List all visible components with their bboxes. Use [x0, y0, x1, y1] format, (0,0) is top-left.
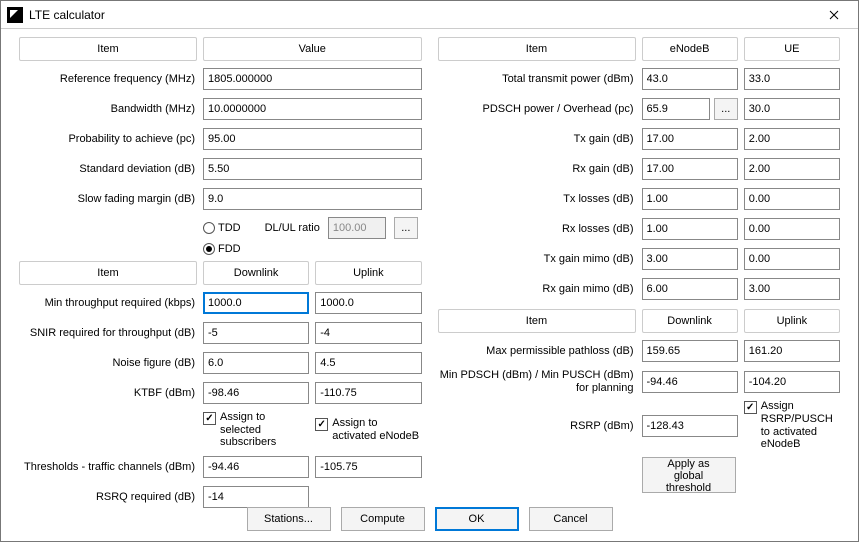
txgain-ue-input[interactable] — [744, 128, 840, 150]
col-header-downlink: Downlink — [203, 261, 309, 285]
bandwidth-input[interactable] — [203, 98, 422, 120]
ttp-enb-input[interactable] — [642, 68, 738, 90]
fdd-label: FDD — [218, 243, 241, 255]
close-button[interactable] — [812, 2, 856, 28]
txloss-label: Tx losses (dB) — [438, 193, 636, 205]
assign-enodeb-checkbox[interactable]: Assign to activated eNodeB — [315, 417, 421, 442]
window-title: LTE calculator — [29, 8, 812, 22]
rxloss-label: Rx losses (dB) — [438, 223, 636, 235]
rsrq-input[interactable] — [203, 486, 309, 508]
snir-ul-input[interactable] — [315, 322, 421, 344]
rxmimo-enb-input[interactable] — [642, 278, 738, 300]
ktbf-ul-input[interactable] — [315, 382, 421, 404]
maxpl-ul-input[interactable] — [744, 340, 840, 362]
minp-dl-input[interactable] — [642, 371, 738, 393]
r-col-header-enodeb: eNodeB — [642, 37, 738, 61]
ellipsis-icon: ... — [721, 103, 730, 115]
rsrq-label: RSRQ required (dB) — [19, 491, 197, 503]
assign-rsrp-checkbox[interactable]: Assign RSRP/PUSCH to activated eNodeB — [744, 400, 840, 451]
slowfade-input[interactable] — [203, 188, 422, 210]
tdd-radio[interactable]: TDD — [203, 222, 241, 234]
thr-traffic-ul-input[interactable] — [315, 456, 421, 478]
tdd-label: TDD — [218, 222, 241, 234]
txmimo-label: Tx gain mimo (dB) — [438, 253, 636, 265]
rxloss-enb-input[interactable] — [642, 218, 738, 240]
right-panel: Item eNodeB UE Total transmit power (dBm… — [438, 37, 841, 515]
ktbf-label: KTBF (dBm) — [19, 387, 197, 399]
left-panel: Item Value Reference frequency (MHz) Ban… — [19, 37, 422, 515]
ok-button[interactable]: OK — [435, 507, 519, 531]
apply-global-threshold-button[interactable]: Apply as global threshold — [642, 457, 736, 493]
footer-buttons: Stations... Compute OK Cancel — [1, 507, 858, 531]
r-col-header-item2: Item — [438, 309, 636, 333]
compute-button[interactable]: Compute — [341, 507, 425, 531]
r-col-header-uplink: Uplink — [744, 309, 840, 333]
ktbf-dl-input[interactable] — [203, 382, 309, 404]
thr-traffic-dl-input[interactable] — [203, 456, 309, 478]
bandwidth-label: Bandwidth (MHz) — [19, 103, 197, 115]
thr-traffic-label: Thresholds - traffic channels (dBm) — [19, 461, 197, 473]
pdsch-ue-input[interactable] — [744, 98, 840, 120]
r-col-header-item: Item — [438, 37, 636, 61]
assign-rsrp-label: Assign RSRP/PUSCH to activated eNodeB — [761, 400, 840, 451]
pdsch-browse-button[interactable]: ... — [714, 98, 738, 120]
app-icon — [7, 7, 23, 23]
pdsch-label: PDSCH power / Overhead (pc) — [438, 103, 636, 115]
r-col-header-downlink: Downlink — [642, 309, 738, 333]
rxloss-ue-input[interactable] — [744, 218, 840, 240]
ellipsis-icon: ... — [401, 222, 410, 234]
nf-ul-input[interactable] — [315, 352, 421, 374]
ref-freq-input[interactable] — [203, 68, 422, 90]
nf-label: Noise figure (dB) — [19, 357, 197, 369]
cancel-button[interactable]: Cancel — [529, 507, 613, 531]
minthr-dl-input[interactable] — [203, 292, 309, 314]
maxpl-dl-input[interactable] — [642, 340, 738, 362]
rsrp-dl-input[interactable] — [642, 415, 738, 437]
txgain-label: Tx gain (dB) — [438, 133, 636, 145]
nf-dl-input[interactable] — [203, 352, 309, 374]
dlul-label: DL/UL ratio — [265, 222, 320, 234]
dlul-browse-button[interactable]: ... — [394, 217, 418, 239]
maxpl-label: Max permissible pathloss (dB) — [438, 345, 636, 357]
rsrp-label: RSRP (dBm) — [438, 420, 636, 432]
minp-ul-input[interactable] — [744, 371, 840, 393]
col-header-uplink: Uplink — [315, 261, 421, 285]
rxmimo-label: Rx gain mimo (dB) — [438, 283, 636, 295]
minthr-label: Min throughput required (kbps) — [19, 297, 197, 309]
stddev-input[interactable] — [203, 158, 422, 180]
txmimo-enb-input[interactable] — [642, 248, 738, 270]
rxgain-label: Rx gain (dB) — [438, 163, 636, 175]
rxgain-ue-input[interactable] — [744, 158, 840, 180]
txgain-enb-input[interactable] — [642, 128, 738, 150]
ref-freq-label: Reference frequency (MHz) — [19, 73, 197, 85]
pdsch-enb-input[interactable] — [642, 98, 710, 120]
ttp-label: Total transmit power (dBm) — [438, 73, 636, 85]
ttp-ue-input[interactable] — [744, 68, 840, 90]
rxgain-enb-input[interactable] — [642, 158, 738, 180]
txloss-ue-input[interactable] — [744, 188, 840, 210]
close-icon — [829, 10, 839, 20]
dlul-input — [328, 217, 386, 239]
col-header-value: Value — [203, 37, 422, 61]
slowfade-label: Slow fading margin (dB) — [19, 193, 197, 205]
stddev-label: Standard deviation (dB) — [19, 163, 197, 175]
assign-enodeb-label: Assign to activated eNodeB — [332, 417, 421, 442]
snir-label: SNIR required for throughput (dB) — [19, 327, 197, 339]
assign-subscribers-label: Assign to selected subscribers — [220, 411, 309, 449]
r-col-header-ue: UE — [744, 37, 840, 61]
rxmimo-ue-input[interactable] — [744, 278, 840, 300]
stations-button[interactable]: Stations... — [247, 507, 331, 531]
txmimo-ue-input[interactable] — [744, 248, 840, 270]
title-bar: LTE calculator — [1, 1, 858, 29]
txloss-enb-input[interactable] — [642, 188, 738, 210]
col-header-item: Item — [19, 37, 197, 61]
prob-label: Probability to achieve (pc) — [19, 133, 197, 145]
col-header-item2: Item — [19, 261, 197, 285]
assign-subscribers-checkbox[interactable]: Assign to selected subscribers — [203, 411, 309, 449]
minthr-ul-input[interactable] — [315, 292, 421, 314]
prob-input[interactable] — [203, 128, 422, 150]
minp-label: Min PDSCH (dBm) / Min PUSCH (dBm) for pl… — [438, 369, 636, 394]
snir-dl-input[interactable] — [203, 322, 309, 344]
fdd-radio[interactable]: FDD — [203, 243, 412, 255]
